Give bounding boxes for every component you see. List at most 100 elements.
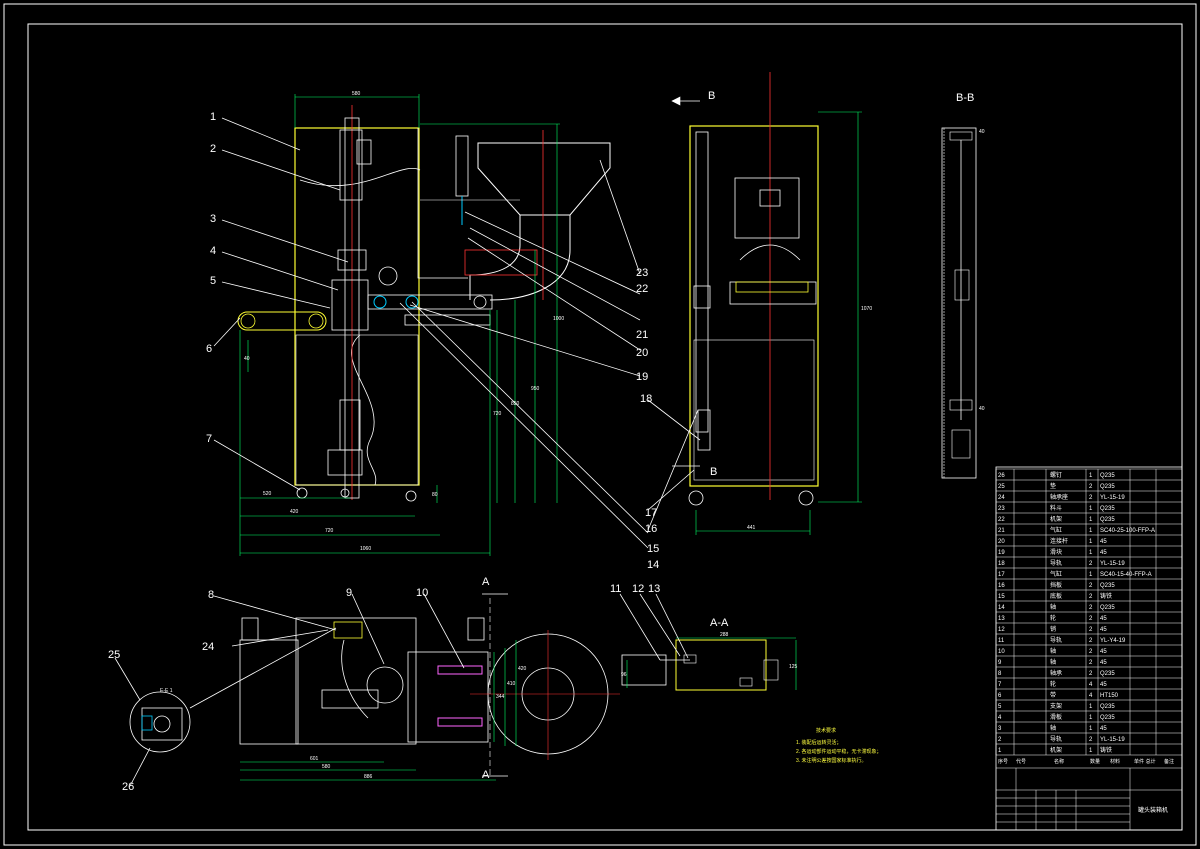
part-label-11: 11	[610, 583, 621, 595]
dim-top-w2: 580	[322, 764, 331, 770]
part-label-23: 23	[636, 267, 648, 279]
bom-row-5-name: 支架	[1050, 702, 1062, 710]
section-b-top: B	[708, 90, 715, 102]
bom-row-14-material: Q235	[1100, 605, 1115, 611]
bom-row-14-name: 轴	[1050, 603, 1056, 611]
dim-front-v3: 950	[531, 386, 540, 392]
bom-row-21-qty: 1	[1089, 528, 1093, 534]
bom-row-16-name: 挡板	[1050, 581, 1062, 589]
bom-header-qty: 数量	[1090, 758, 1100, 765]
dim-bb-d2: 40	[979, 406, 985, 412]
bom-row-22-name: 机架	[1050, 515, 1062, 523]
bom-header-row: 序号 代号 名称 数量 材料 单件 总计 备注	[998, 758, 1174, 765]
dim-aa-h2: 96	[621, 672, 627, 678]
top-view	[239, 593, 620, 778]
part-label-26: 26	[122, 781, 134, 793]
part-label-21: 21	[636, 329, 648, 341]
bom-row-22-no: 22	[998, 517, 1005, 523]
bom-row-22-material: Q235	[1100, 517, 1115, 523]
bom-row-23-name: 料斗	[1050, 504, 1062, 512]
part-label-18: 18	[640, 393, 652, 405]
part-label-17: 17	[645, 507, 657, 519]
aa-view	[621, 639, 779, 691]
dim-top-h2: 410	[507, 681, 516, 687]
bom-row-13-material: 45	[1100, 616, 1107, 622]
dim-front-d-bottom: 80	[432, 492, 438, 498]
dim-front-v4: 1000	[553, 316, 564, 322]
dim-aa-w: 288	[720, 632, 729, 638]
part-label-19: 19	[636, 371, 648, 383]
bom-row-1-name: 机架	[1050, 746, 1062, 754]
bom-row-10-material: 45	[1100, 649, 1107, 655]
notes-title: 技术要求	[816, 727, 836, 734]
bom-row-24-qty: 2	[1089, 495, 1093, 501]
dim-side-width: 441	[747, 525, 756, 531]
bom-row-17-qty: 1	[1089, 572, 1093, 578]
bom-row-7-qty: 4	[1089, 682, 1093, 688]
aa-dimensions	[626, 637, 797, 690]
bom-row-24-material: YL-15-19	[1100, 495, 1125, 501]
bom-row-17-name: 气缸	[1050, 570, 1062, 578]
bom-row-9-name: 轴	[1050, 658, 1056, 666]
bom-row-8-material: Q235	[1100, 671, 1115, 677]
part-label-15: 15	[647, 543, 659, 555]
bom-row-13-name: 轮	[1050, 614, 1056, 622]
bom-row-16-qty: 2	[1089, 583, 1093, 589]
bom-row-5-no: 5	[998, 704, 1002, 710]
bom-header-code: 代号	[1016, 758, 1026, 765]
part-label-6: 6	[206, 343, 212, 355]
dim-side-height: 1070	[861, 306, 872, 312]
bom-row-24-no: 24	[998, 495, 1005, 501]
part-label-25: 25	[108, 649, 120, 661]
dim-front-v1: 720	[493, 411, 502, 417]
bom-row-11-qty: 2	[1089, 638, 1093, 644]
section-bb-title: B-B	[956, 92, 974, 104]
dim-front-w1: 520	[263, 491, 272, 497]
bom-header-name: 名称	[1054, 758, 1064, 765]
bom-row-20-name: 连接杆	[1050, 537, 1068, 545]
bom-row-6-no: 6	[998, 693, 1002, 699]
bb-view	[941, 127, 977, 479]
section-a-bottom: A	[482, 769, 490, 781]
bom-row-23-qty: 1	[1089, 506, 1093, 512]
part-labels: 1 2 3 4 5 6 7 8 9 10 11 12 13 14 15 16 1…	[108, 111, 660, 793]
front-dimension-text: 580 40 520 420 720 1060 80 720 850 950 1…	[244, 91, 564, 552]
bom-row-18-material: YL-15-19	[1100, 561, 1125, 567]
bb-dimension-text: 40 40	[979, 129, 985, 412]
bom-row-26-material: Q235	[1100, 473, 1115, 479]
bom-row-26-name: 螺钉	[1050, 471, 1062, 479]
bom-row-24-name: 轴承座	[1050, 493, 1068, 501]
engineering-drawing: 580 40 520 420 720 1060 80 720 850 950 1…	[3, 3, 1197, 846]
dim-front-w3: 720	[325, 528, 334, 534]
bom-row-7-material: 45	[1100, 682, 1107, 688]
bom-row-18-qty: 2	[1089, 561, 1093, 567]
bom-row-6-qty: 4	[1089, 693, 1093, 699]
section-labels: B-B A-A A A B B	[482, 90, 974, 781]
bom-row-18-name: 导轨	[1050, 559, 1062, 567]
notes-line-1: 1. 装配后运转灵活；	[796, 739, 842, 746]
dim-front-w2: 420	[290, 509, 299, 515]
bom-row-21-material: SC40-25-100-FFP-A	[1100, 528, 1155, 534]
bom-row-8-no: 8	[998, 671, 1002, 677]
part-label-13: 13	[648, 583, 660, 595]
dim-top-h3: 420	[518, 666, 527, 672]
part-label-20: 20	[636, 347, 648, 359]
bom-row-4-material: Q235	[1100, 715, 1115, 721]
bom-row-20-no: 20	[998, 539, 1005, 545]
part-label-10: 10	[416, 587, 428, 599]
bom-row-13-qty: 2	[1089, 616, 1093, 622]
bom-row-11-no: 11	[998, 638, 1005, 644]
top-dimensions	[240, 640, 517, 781]
bom-header-remark: 备注	[1164, 758, 1174, 765]
bom-row-9-no: 9	[998, 660, 1002, 666]
dim-top-w3: 886	[364, 774, 373, 780]
bom-row-4-name: 滑板	[1050, 713, 1062, 721]
bom-row-15-qty: 2	[1089, 594, 1093, 600]
bom-row-5-material: Q235	[1100, 704, 1115, 710]
bom-row-6-name: 带	[1050, 691, 1056, 699]
bom-row-19-name: 滑块	[1050, 548, 1062, 556]
bom-row-4-no: 4	[998, 715, 1002, 721]
notes-line-3: 3. 未注明公差按国家标准执行。	[796, 757, 867, 764]
bom-row-5-qty: 1	[1089, 704, 1093, 710]
bom-row-10-qty: 2	[1089, 649, 1093, 655]
